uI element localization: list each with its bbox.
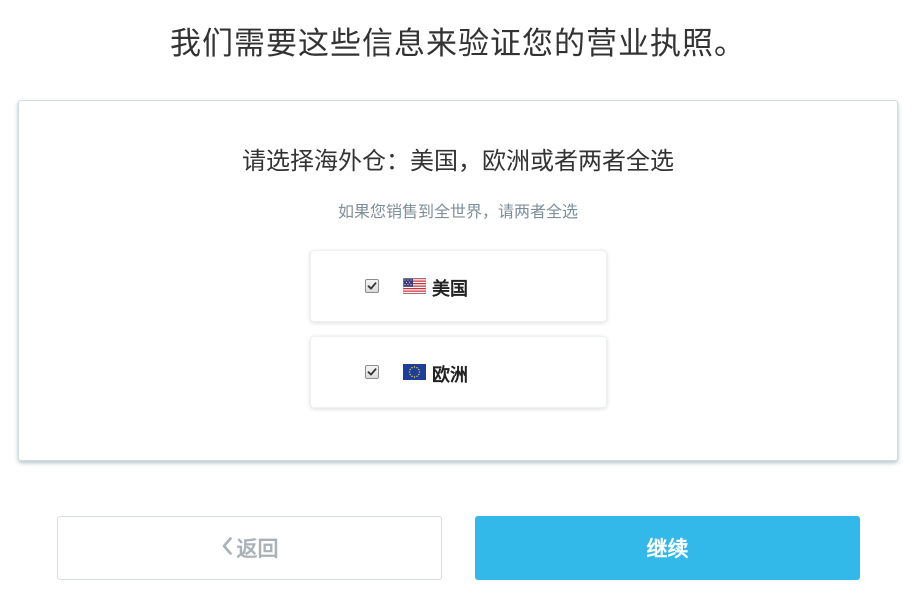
checkmark-icon: [367, 282, 377, 290]
eu-checkbox[interactable]: [365, 365, 379, 379]
selection-heading: 请选择海外仓：美国，欧洲或者两者全选: [242, 147, 674, 175]
continue-button[interactable]: 继续: [475, 516, 860, 580]
page: 我们需要这些信息来验证您的营业执照。 请选择海外仓：美国，欧洲或者两者全选 如果…: [0, 0, 916, 595]
warehouse-selection-card: 请选择海外仓：美国，欧洲或者两者全选 如果您销售到全世界，请两者全选 美国 欧洲: [18, 100, 898, 461]
selection-subheading: 如果您销售到全世界，请两者全选: [337, 202, 578, 221]
chevron-left-icon: [221, 536, 233, 561]
us-option-label: 美国: [432, 279, 468, 300]
eu-flag-icon: [403, 364, 426, 380]
eu-option-label: 欧洲: [432, 365, 468, 386]
us-checkbox[interactable]: [365, 279, 379, 293]
back-button-label: 返回: [236, 537, 279, 561]
page-title: 我们需要这些信息来验证您的营业执照。: [170, 26, 746, 62]
continue-button-label: 继续: [646, 537, 689, 561]
checkmark-icon: [367, 368, 377, 376]
option-eu[interactable]: 欧洲: [310, 336, 607, 408]
us-flag-icon: [403, 278, 426, 294]
option-us[interactable]: 美国: [310, 250, 607, 322]
back-button[interactable]: 返回: [57, 516, 442, 580]
